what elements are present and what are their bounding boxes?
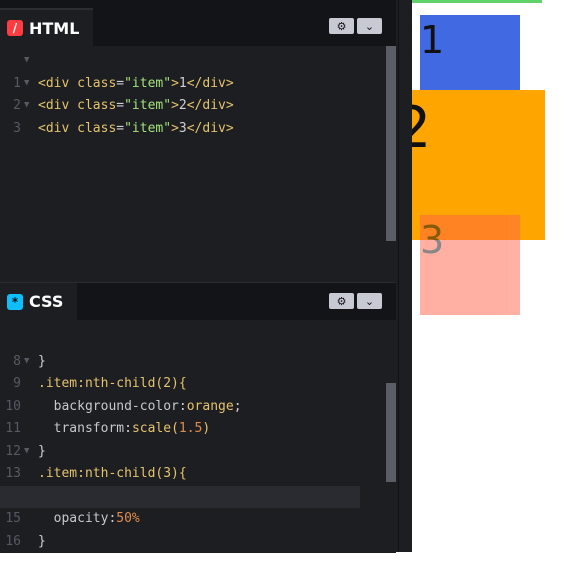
- code-token: class: [77, 120, 117, 136]
- preview-item-label: 2: [412, 99, 431, 156]
- line-number: 3: [13, 120, 21, 136]
- html-icon: /: [7, 20, 23, 36]
- fold-arrow-icon[interactable]: ▼: [24, 94, 29, 117]
- gear-icon: ⚙: [336, 19, 347, 33]
- html-panel-header: / HTML ⚙ ⌄: [0, 0, 396, 46]
- editor-column: / HTML ⚙ ⌄ 1 ▼ <div class="item">1</div> 2…: [0, 0, 398, 553]
- fold-arrow-icon[interactable]: ▼: [24, 440, 29, 463]
- css-code-editor[interactable]: 8} 9 ▼ .item:nth-child(2){ 10 background-c…: [0, 328, 382, 549]
- fold-arrow-icon[interactable]: ▼: [24, 49, 29, 72]
- html-settings-button[interactable]: ⚙: [329, 18, 354, 34]
- code-line: 10 background-color:orange;: [0, 373, 382, 414]
- css-panel-header: * CSS ⚙ ⌄: [0, 283, 396, 320]
- css-settings-button[interactable]: ⚙: [329, 293, 354, 309]
- fold-arrow-icon[interactable]: ▼: [24, 72, 29, 95]
- css-tab[interactable]: * CSS: [0, 283, 78, 320]
- code-line: 16}: [0, 508, 382, 549]
- code-line: 8}: [0, 328, 382, 369]
- fold-arrow-icon[interactable]: ▼: [24, 350, 29, 373]
- preview-item-3: 3: [420, 215, 520, 315]
- code-line: 3 ▼ <div class="item">3</div>: [0, 94, 382, 136]
- code-line: 13 ▼ .item:nth-child(3){: [0, 440, 382, 482]
- code-token: 3: [178, 120, 187, 136]
- css-collapse-button[interactable]: ⌄: [357, 293, 382, 309]
- css-tab-label: CSS: [29, 292, 64, 311]
- html-tab-label: HTML: [29, 18, 80, 38]
- css-scrollbar[interactable]: [386, 383, 396, 482]
- gear-icon: ⚙: [336, 294, 347, 308]
- html-scrollbar[interactable]: [386, 46, 396, 241]
- code-line: 9 ▼ .item:nth-child(2){: [0, 350, 382, 392]
- html-panel: / HTML ⚙ ⌄ 1 ▼ <div class="item">1</div> 2…: [0, 0, 396, 281]
- code-token: "item": [124, 120, 172, 136]
- result-preview: 1 2 3: [412, 3, 569, 552]
- code-token: </div>: [186, 120, 234, 136]
- css-icon: *: [7, 293, 23, 310]
- html-code-editor[interactable]: 1 ▼ <div class="item">1</div> 2 ▼ <div class…: [0, 49, 382, 136]
- code-token: >: [171, 120, 179, 136]
- html-tab[interactable]: / HTML: [0, 8, 94, 46]
- code-line: 2 ▼ <div class="item">2</div>: [0, 72, 382, 114]
- html-collapse-button[interactable]: ⌄: [357, 18, 382, 34]
- code-token: <div: [38, 120, 78, 136]
- code-line: 14 background-color:tomato;: [0, 463, 382, 504]
- code-line-active: 15 opacity:50%: [0, 485, 360, 526]
- css-panel: * CSS ⚙ ⌄ 8} 9 ▼ .item:nth-child(2){ 10 ba…: [0, 282, 396, 553]
- code-token: }: [38, 533, 46, 549]
- code-line: 12}: [0, 418, 382, 459]
- chevron-down-icon: ⌄: [364, 19, 375, 33]
- line-number: 16: [5, 533, 21, 549]
- chevron-down-icon: ⌄: [364, 294, 375, 308]
- code-token: =: [116, 120, 125, 136]
- pane-resize-handle[interactable]: [398, 0, 412, 552]
- preview-item-label: 3: [420, 218, 445, 262]
- preview-item-label: 1: [420, 18, 445, 62]
- code-line: 11 transform:scale(1.5): [0, 396, 382, 436]
- code-line: 1 ▼ <div class="item">1</div>: [0, 49, 382, 91]
